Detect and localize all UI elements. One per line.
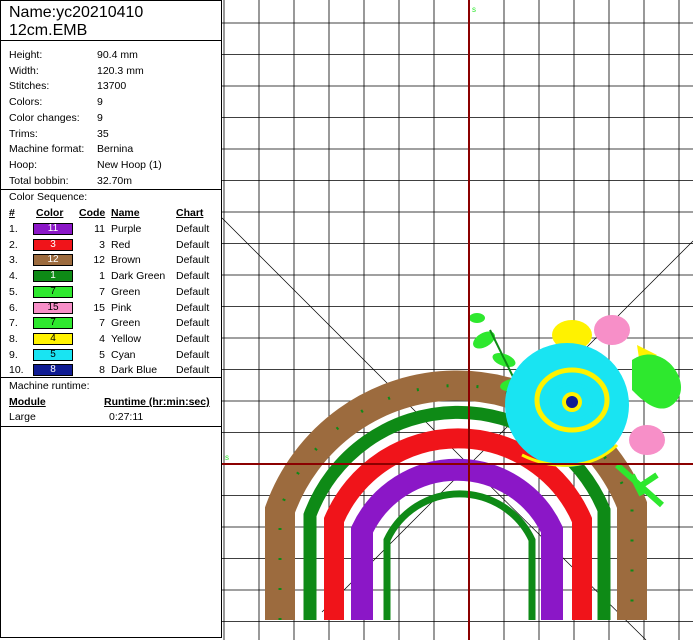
color-row-num: 3. <box>9 254 18 267</box>
color-row-code: 3 <box>99 238 105 251</box>
runtime-header-module: Module <box>9 396 46 408</box>
info-row: Machine format: Bernina <box>9 142 133 157</box>
color-row-num: 1. <box>9 223 18 235</box>
color-row-name: Dark Green <box>111 270 166 283</box>
color-row-num: 7. <box>9 317 18 330</box>
color-swatch: 11 <box>33 223 73 235</box>
info-value: 9 <box>97 111 103 124</box>
info-value: Bernina <box>97 143 134 156</box>
divider <box>1 377 221 378</box>
info-value: New Hoop (1) <box>97 158 162 171</box>
info-label: Color changes: <box>9 111 80 124</box>
info-value: 32.70m <box>97 174 133 187</box>
info-label: Width: <box>9 64 39 77</box>
info-row: Trims: 35 <box>9 127 109 142</box>
info-label: Machine format: <box>9 143 85 156</box>
color-row-name: Red <box>111 238 131 251</box>
color-row-num: 6. <box>9 301 18 314</box>
col-header-chart: Chart <box>176 207 204 219</box>
runtime-module: Large <box>9 411 36 423</box>
info-row: Width: 120.3 mm <box>9 64 144 79</box>
col-header-color: Color <box>36 207 64 219</box>
runtime-header-time: Runtime (hr:min:sec) <box>104 396 210 408</box>
runtime-title: Machine runtime: <box>9 380 90 392</box>
color-swatch: 1 <box>33 270 73 283</box>
color-swatch: 4 <box>33 332 73 345</box>
design-name: Name:yc20210410 <box>9 4 144 21</box>
color-row-chart: Default <box>176 254 210 267</box>
color-sequence-title: Color Sequence: <box>9 191 88 203</box>
info-label: Trims: <box>9 127 38 140</box>
info-value: 13700 <box>97 80 127 93</box>
color-row-chart: Default <box>176 270 210 283</box>
color-row-name: Green <box>111 317 141 330</box>
info-row: Height: 90.4 mm <box>9 48 138 63</box>
color-swatch: 7 <box>33 317 73 330</box>
col-header-num: # <box>9 207 15 219</box>
runtime-value: 0:27:11 <box>109 411 144 423</box>
color-swatch: 3 <box>33 238 73 251</box>
col-header-name: Name <box>111 207 140 219</box>
color-row-code: 7 <box>99 285 105 298</box>
design-canvas[interactable]: s s <box>222 0 693 640</box>
info-row: Stitches: 13700 <box>9 79 126 94</box>
color-row-name: Yellow <box>111 332 141 345</box>
color-row-chart: Default <box>176 223 210 235</box>
info-label: Height: <box>9 49 43 61</box>
color-row-chart: Default <box>176 285 210 298</box>
info-value: 120.3 mm <box>97 64 144 77</box>
color-row-num: 5. <box>9 285 18 298</box>
color-row-name: Brown <box>111 254 141 267</box>
color-swatch: 5 <box>33 348 73 361</box>
info-value: 9 <box>97 96 103 109</box>
color-row-name: Pink <box>111 301 132 314</box>
col-header-code: Code <box>79 207 106 219</box>
info-value: 35 <box>97 127 109 140</box>
color-row-name: Green <box>111 285 141 298</box>
color-row-code: 7 <box>99 317 105 330</box>
info-label: Total bobbin: <box>9 174 69 187</box>
color-row-chart: Default <box>176 317 210 330</box>
info-row: Total bobbin: 32.70m <box>9 174 132 189</box>
info-label: Colors: <box>9 96 43 109</box>
color-swatch: 7 <box>33 285 73 298</box>
color-row-code: 15 <box>93 301 105 314</box>
start-marker-left: s <box>225 453 229 462</box>
info-row: Color changes: 9 <box>9 111 103 126</box>
info-row: Hoop: New Hoop (1) <box>9 158 162 173</box>
color-row-code: 12 <box>93 254 105 267</box>
color-swatch: 15 <box>33 301 73 314</box>
divider <box>1 426 221 427</box>
design-file: 12cm.EMB <box>9 22 88 39</box>
color-swatch: 12 <box>33 254 73 267</box>
color-row-code: 1 <box>99 270 105 283</box>
color-row-num: 4. <box>9 270 18 283</box>
info-row: Colors: 9 <box>9 95 103 110</box>
info-label: Hoop: <box>9 158 38 171</box>
color-row-num: 8. <box>9 332 18 345</box>
info-value: 90.4 mm <box>97 49 138 61</box>
color-row-chart: Default <box>176 238 210 251</box>
color-swatch: 8 <box>33 364 73 377</box>
design-info-panel: Name:yc20210410 12cm.EMB Height: 90.4 mm W… <box>0 0 222 638</box>
color-row-num: 9. <box>9 348 18 361</box>
color-row-name: Purple <box>111 223 142 235</box>
info-label: Stitches: <box>9 80 50 93</box>
color-row-chart: Default <box>176 332 210 345</box>
color-row-chart: Default <box>176 348 210 361</box>
color-row-num: 2. <box>9 238 18 251</box>
design-name-title: Name:yc20210410 12cm.EMB <box>1 1 221 41</box>
color-row-name: Cyan <box>111 348 136 361</box>
color-row-code: 4 <box>99 332 105 345</box>
start-marker-top: s <box>472 5 476 14</box>
color-row-chart: Default <box>176 301 210 314</box>
color-row-code: 11 <box>94 223 105 235</box>
color-row-code: 5 <box>99 348 105 361</box>
